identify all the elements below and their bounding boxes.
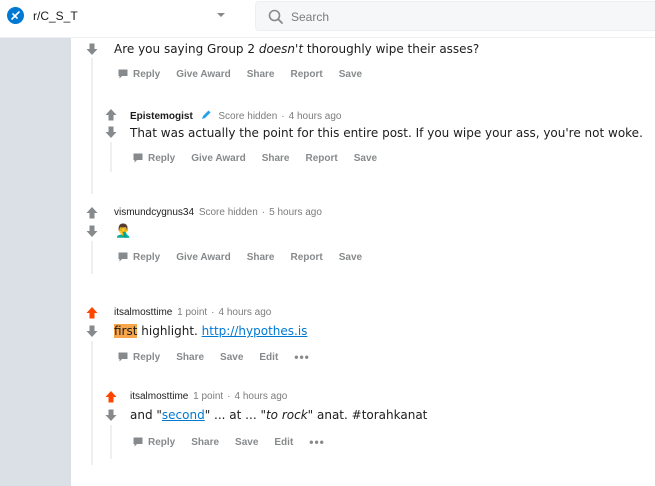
upvote-icon-active[interactable] xyxy=(85,306,99,320)
share-button[interactable]: Share xyxy=(191,437,219,448)
comment-link[interactable]: http://hypothes.is xyxy=(202,324,308,338)
upvote-icon[interactable] xyxy=(85,206,99,220)
share-button[interactable]: Share xyxy=(176,352,204,363)
search-icon xyxy=(267,8,285,26)
reply-button[interactable]: Reply xyxy=(132,436,175,448)
give-award-button[interactable]: Give Award xyxy=(191,153,245,164)
share-button[interactable]: Share xyxy=(262,153,290,164)
score: Score hidden xyxy=(218,111,278,122)
comment-thread: Are you saying Group 2 doesn't thoroughl… xyxy=(71,38,655,486)
timestamp[interactable]: 5 hours ago xyxy=(269,207,322,218)
community-name: r/C_S_T xyxy=(33,9,78,23)
downvote-icon[interactable] xyxy=(85,224,99,238)
report-button[interactable]: Report xyxy=(291,69,323,80)
give-award-button[interactable]: Give Award xyxy=(176,69,230,80)
report-button[interactable]: Report xyxy=(291,252,323,263)
reply-button[interactable]: Reply xyxy=(132,152,175,164)
save-button[interactable]: Save xyxy=(220,352,243,363)
thread-line[interactable] xyxy=(91,241,93,274)
chevron-down-icon[interactable] xyxy=(214,8,228,22)
edit-button[interactable]: Edit xyxy=(259,352,278,363)
save-button[interactable]: Save xyxy=(339,252,362,263)
comment-body: first highlight. http://hypothes.is xyxy=(114,324,308,338)
reply-button[interactable]: Reply xyxy=(117,251,160,263)
comment-icon xyxy=(133,153,143,163)
comment-body: Are you saying Group 2 doesn't thoroughl… xyxy=(114,42,480,56)
downvote-icon[interactable] xyxy=(85,324,99,338)
comment-meta: vismundcygnus34 Score hidden · 5 hours ago xyxy=(114,207,322,218)
save-button[interactable]: Save xyxy=(339,69,362,80)
comment-actions: Reply Give Award Share Report Save xyxy=(132,152,393,164)
timestamp[interactable]: 4 hours ago xyxy=(289,111,342,122)
thread-line[interactable] xyxy=(91,102,93,194)
annotation-highlight[interactable]: first xyxy=(114,324,138,338)
comment-icon xyxy=(118,69,128,79)
author-link[interactable]: vismundcygnus34 xyxy=(114,207,194,218)
timestamp[interactable]: 4 hours ago xyxy=(235,391,288,402)
thread-line[interactable] xyxy=(91,58,93,102)
upvote-icon[interactable] xyxy=(104,108,118,122)
comment-meta: Epistemogist Score hidden · 4 hours ago xyxy=(130,109,342,122)
page-background-gutter xyxy=(0,38,71,486)
comment-actions: Reply Share Save Edit ••• xyxy=(117,350,326,364)
search-input[interactable]: Search xyxy=(291,10,329,24)
comment-meta: itsalmosttime 1 point · 4 hours ago xyxy=(114,307,272,318)
downvote-icon[interactable] xyxy=(104,408,118,422)
thread-line[interactable] xyxy=(91,341,93,465)
report-button[interactable]: Report xyxy=(306,153,338,164)
upvote-icon-active[interactable] xyxy=(104,390,118,404)
author-link[interactable]: Epistemogist xyxy=(130,111,193,122)
save-button[interactable]: Save xyxy=(235,437,258,448)
comment-body-emoji: 🤦‍♂️ xyxy=(115,224,132,239)
comment-body: and "second" ... at ... "to rock" anat. … xyxy=(130,408,428,422)
flair-pencil-icon xyxy=(200,109,212,121)
reply-button[interactable]: Reply xyxy=(117,68,160,80)
score: Score hidden xyxy=(198,207,258,218)
comment-actions: Reply Give Award Share Report Save xyxy=(117,251,378,263)
top-header: r/C_S_T Search xyxy=(0,0,655,38)
more-options-icon[interactable]: ••• xyxy=(294,350,310,364)
more-options-icon[interactable]: ••• xyxy=(309,435,325,449)
comment-body: That was actually the point for this ent… xyxy=(130,126,643,140)
downvote-icon[interactable] xyxy=(85,42,99,56)
comment-actions: Reply Give Award Share Report Save xyxy=(117,68,378,80)
timestamp[interactable]: 4 hours ago xyxy=(219,307,272,318)
edit-button[interactable]: Edit xyxy=(274,437,293,448)
comment-link[interactable]: second xyxy=(162,408,205,422)
score: 1 point xyxy=(177,307,208,318)
community-selector[interactable]: r/C_S_T xyxy=(0,0,248,34)
share-button[interactable]: Share xyxy=(247,69,275,80)
comment-icon xyxy=(118,252,128,262)
thread-line[interactable] xyxy=(110,142,112,172)
reply-button[interactable]: Reply xyxy=(117,351,160,363)
score: 1 point xyxy=(193,391,224,402)
share-button[interactable]: Share xyxy=(247,252,275,263)
author-link[interactable]: itsalmosttime xyxy=(130,391,188,402)
author-link[interactable]: itsalmosttime xyxy=(114,307,172,318)
thread-line[interactable] xyxy=(110,425,112,459)
comment-icon xyxy=(118,352,128,362)
downvote-icon[interactable] xyxy=(104,125,118,139)
comment-icon xyxy=(133,437,143,447)
save-button[interactable]: Save xyxy=(354,153,377,164)
comment-actions: Reply Share Save Edit ••• xyxy=(132,435,341,449)
search-bar[interactable]: Search xyxy=(255,1,655,31)
give-award-button[interactable]: Give Award xyxy=(176,252,230,263)
community-logo-icon xyxy=(7,7,24,24)
comment-meta: itsalmosttime 1 point · 4 hours ago xyxy=(130,391,288,402)
